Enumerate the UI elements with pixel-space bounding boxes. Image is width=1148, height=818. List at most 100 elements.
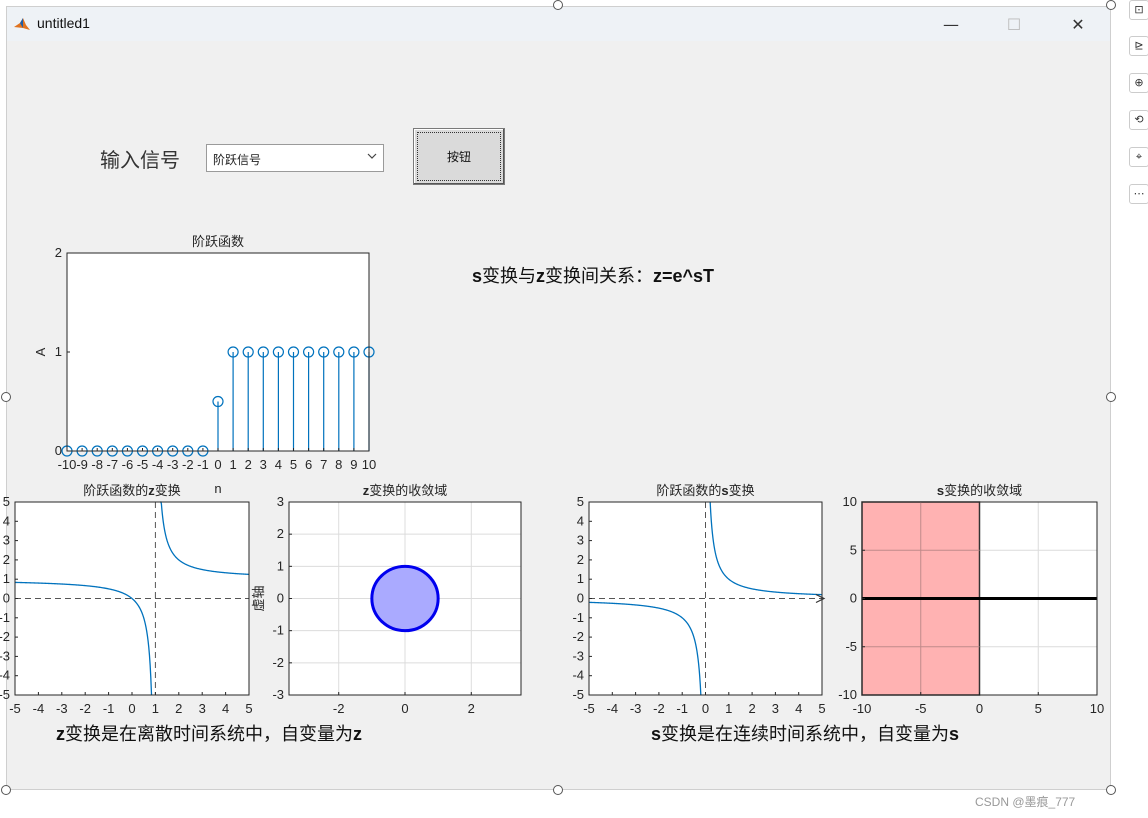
x-axis-label: n: [214, 481, 221, 496]
resize-handle[interactable]: [1, 392, 11, 402]
z-caption-bold: z: [56, 724, 65, 744]
x-tick-label: -7: [107, 457, 119, 472]
x-tick-label: 1: [229, 457, 236, 472]
y-tick-label: 5: [577, 494, 584, 509]
x-tick-label: -4: [152, 457, 164, 472]
y-tick-label: 0: [577, 591, 584, 606]
resize-handle[interactable]: [553, 785, 563, 795]
more-icon[interactable]: ⋯: [1129, 184, 1148, 204]
x-tick-label: 1: [152, 701, 159, 716]
y-tick-label: 4: [577, 513, 584, 528]
y-tick-label: -1: [0, 610, 10, 625]
y-tick-label: 4: [3, 513, 10, 528]
chart-title: 阶跃函数: [192, 235, 244, 250]
y-tick-label: 5: [3, 494, 10, 509]
s-caption-mid: 变换是在连续时间系统中，自变量为: [661, 724, 950, 745]
y-tick-label: 2: [277, 526, 284, 541]
roc-circle: [370, 564, 440, 633]
x-tick-label: 3: [199, 701, 206, 716]
x-tick-label: -2: [333, 701, 345, 716]
y-tick-label: -1: [572, 610, 584, 625]
y-tick-label: -5: [845, 639, 857, 654]
x-tick-label: -1: [103, 701, 115, 716]
y-tick-label: 3: [277, 494, 284, 509]
x-tick-label: -1: [676, 701, 688, 716]
x-tick-label: -10: [58, 457, 77, 472]
x-tick-label: -3: [630, 701, 642, 716]
x-tick-label: 2: [175, 701, 182, 716]
s-caption-end: s: [949, 724, 960, 744]
x-tick-label: 2: [245, 457, 252, 472]
y-tick-label: -2: [572, 629, 584, 644]
chart-title: s变换的收敛域: [937, 483, 1022, 499]
export-icon[interactable]: ⊡: [1129, 0, 1148, 20]
y-tick-label: 0: [277, 591, 284, 606]
x-tick-label: 7: [320, 457, 327, 472]
y-tick-label: 0: [850, 591, 857, 606]
x-tick-label: -5: [583, 701, 595, 716]
x-tick-label: -8: [91, 457, 103, 472]
y-axis-label: A: [33, 347, 48, 356]
x-tick-label: 0: [702, 701, 709, 716]
y-tick-label: 3: [577, 533, 584, 548]
x-tick-label: 2: [748, 701, 755, 716]
y-tick-label: 2: [55, 245, 62, 260]
y-tick-label: -5: [0, 687, 10, 702]
resize-handle[interactable]: [1106, 392, 1116, 402]
rotate-icon[interactable]: ⟲: [1129, 110, 1148, 130]
z-transform-chart: -5 -4 -3 -2 -1 0 1 2 3 4 5 -5 -4 -3 -2 -1 0 1 2 3 4 5 阶跃函数的z变换: [0, 483, 253, 716]
x-tick-label: -2: [79, 701, 91, 716]
chart-title: 阶跃函数的z变换: [83, 483, 181, 499]
y-tick-label: -4: [0, 668, 10, 683]
x-tick-label: -4: [607, 701, 619, 716]
x-tick-label: 4: [795, 701, 802, 716]
x-tick-label: 10: [1090, 701, 1104, 716]
y-tick-label: 2: [3, 552, 10, 567]
z-caption-end: z: [353, 724, 362, 744]
x-tick-label: -3: [56, 701, 68, 716]
x-tick-label: 3: [260, 457, 267, 472]
s-roc-chart: -10 -5 0 5 10 -10 -5 0 5 10 s变换的收敛域: [838, 483, 1104, 716]
y-tick-label: -1: [272, 623, 284, 638]
y-axis-label: 虚轴: [252, 585, 267, 611]
x-tick-label: 4: [275, 457, 282, 472]
brush-icon[interactable]: ⊵: [1129, 36, 1148, 56]
zoom-in-icon[interactable]: ⊕: [1129, 73, 1148, 93]
x-tick-label: -10: [853, 701, 872, 716]
z-roc-chart: -2 0 2 -3 -2 -1 0 1 2 3 z变换的收敛域虚轴: [252, 483, 522, 716]
x-tick-label: -9: [76, 457, 88, 472]
y-tick-label: 1: [3, 571, 10, 586]
resize-handle[interactable]: [553, 0, 563, 10]
axes-toolbar: ⊡ ⊵ ⊕ ⟲ ⌖ ⋯: [1126, 0, 1148, 250]
chart-title: 阶跃函数的s变换: [656, 483, 754, 499]
y-tick-label: 0: [3, 591, 10, 606]
y-tick-label: -2: [0, 629, 10, 644]
x-tick-label: -5: [137, 457, 149, 472]
x-tick-label: 5: [818, 701, 825, 716]
x-tick-label: 4: [222, 701, 229, 716]
s-transform-chart: -5 -4 -3 -2 -1 0 1 2 3 4 5 -5 -4 -3 -2 -1 0 1 2 3 4 5 阶跃函数的s变换: [572, 483, 825, 716]
y-tick-label: 1: [55, 344, 62, 359]
y-tick-label: 3: [3, 533, 10, 548]
resize-handle[interactable]: [1106, 785, 1116, 795]
stem-chart: -10 -9 -8 -7 -6 -5 -4 -3 -2 -1 0 1 2 3 4 5 6 7 8 9 10012阶跃函数…: [33, 235, 376, 496]
x-tick-label: 6: [305, 457, 312, 472]
x-tick-label: 0: [401, 701, 408, 716]
x-tick-label: -5: [9, 701, 21, 716]
x-tick-label: 9: [350, 457, 357, 472]
resize-handle[interactable]: [1106, 0, 1116, 10]
resize-handle[interactable]: [1, 785, 11, 795]
s-caption: s变换是在连续时间系统中，自变量为s: [651, 720, 959, 746]
s-caption-bold: s: [651, 724, 662, 744]
y-tick-label: -3: [0, 648, 10, 663]
x-tick-label: -2: [182, 457, 194, 472]
y-tick-label: 5: [850, 542, 857, 557]
x-tick-label: -4: [33, 701, 45, 716]
watermark: CSDN @墨痕_777: [975, 795, 1076, 809]
x-tick-label: 0: [214, 457, 221, 472]
y-tick-label: -10: [838, 687, 857, 702]
y-tick-label: -3: [272, 687, 284, 702]
x-tick-label: -1: [197, 457, 209, 472]
pan-icon[interactable]: ⌖: [1129, 147, 1148, 167]
y-tick-label: 10: [843, 494, 857, 509]
